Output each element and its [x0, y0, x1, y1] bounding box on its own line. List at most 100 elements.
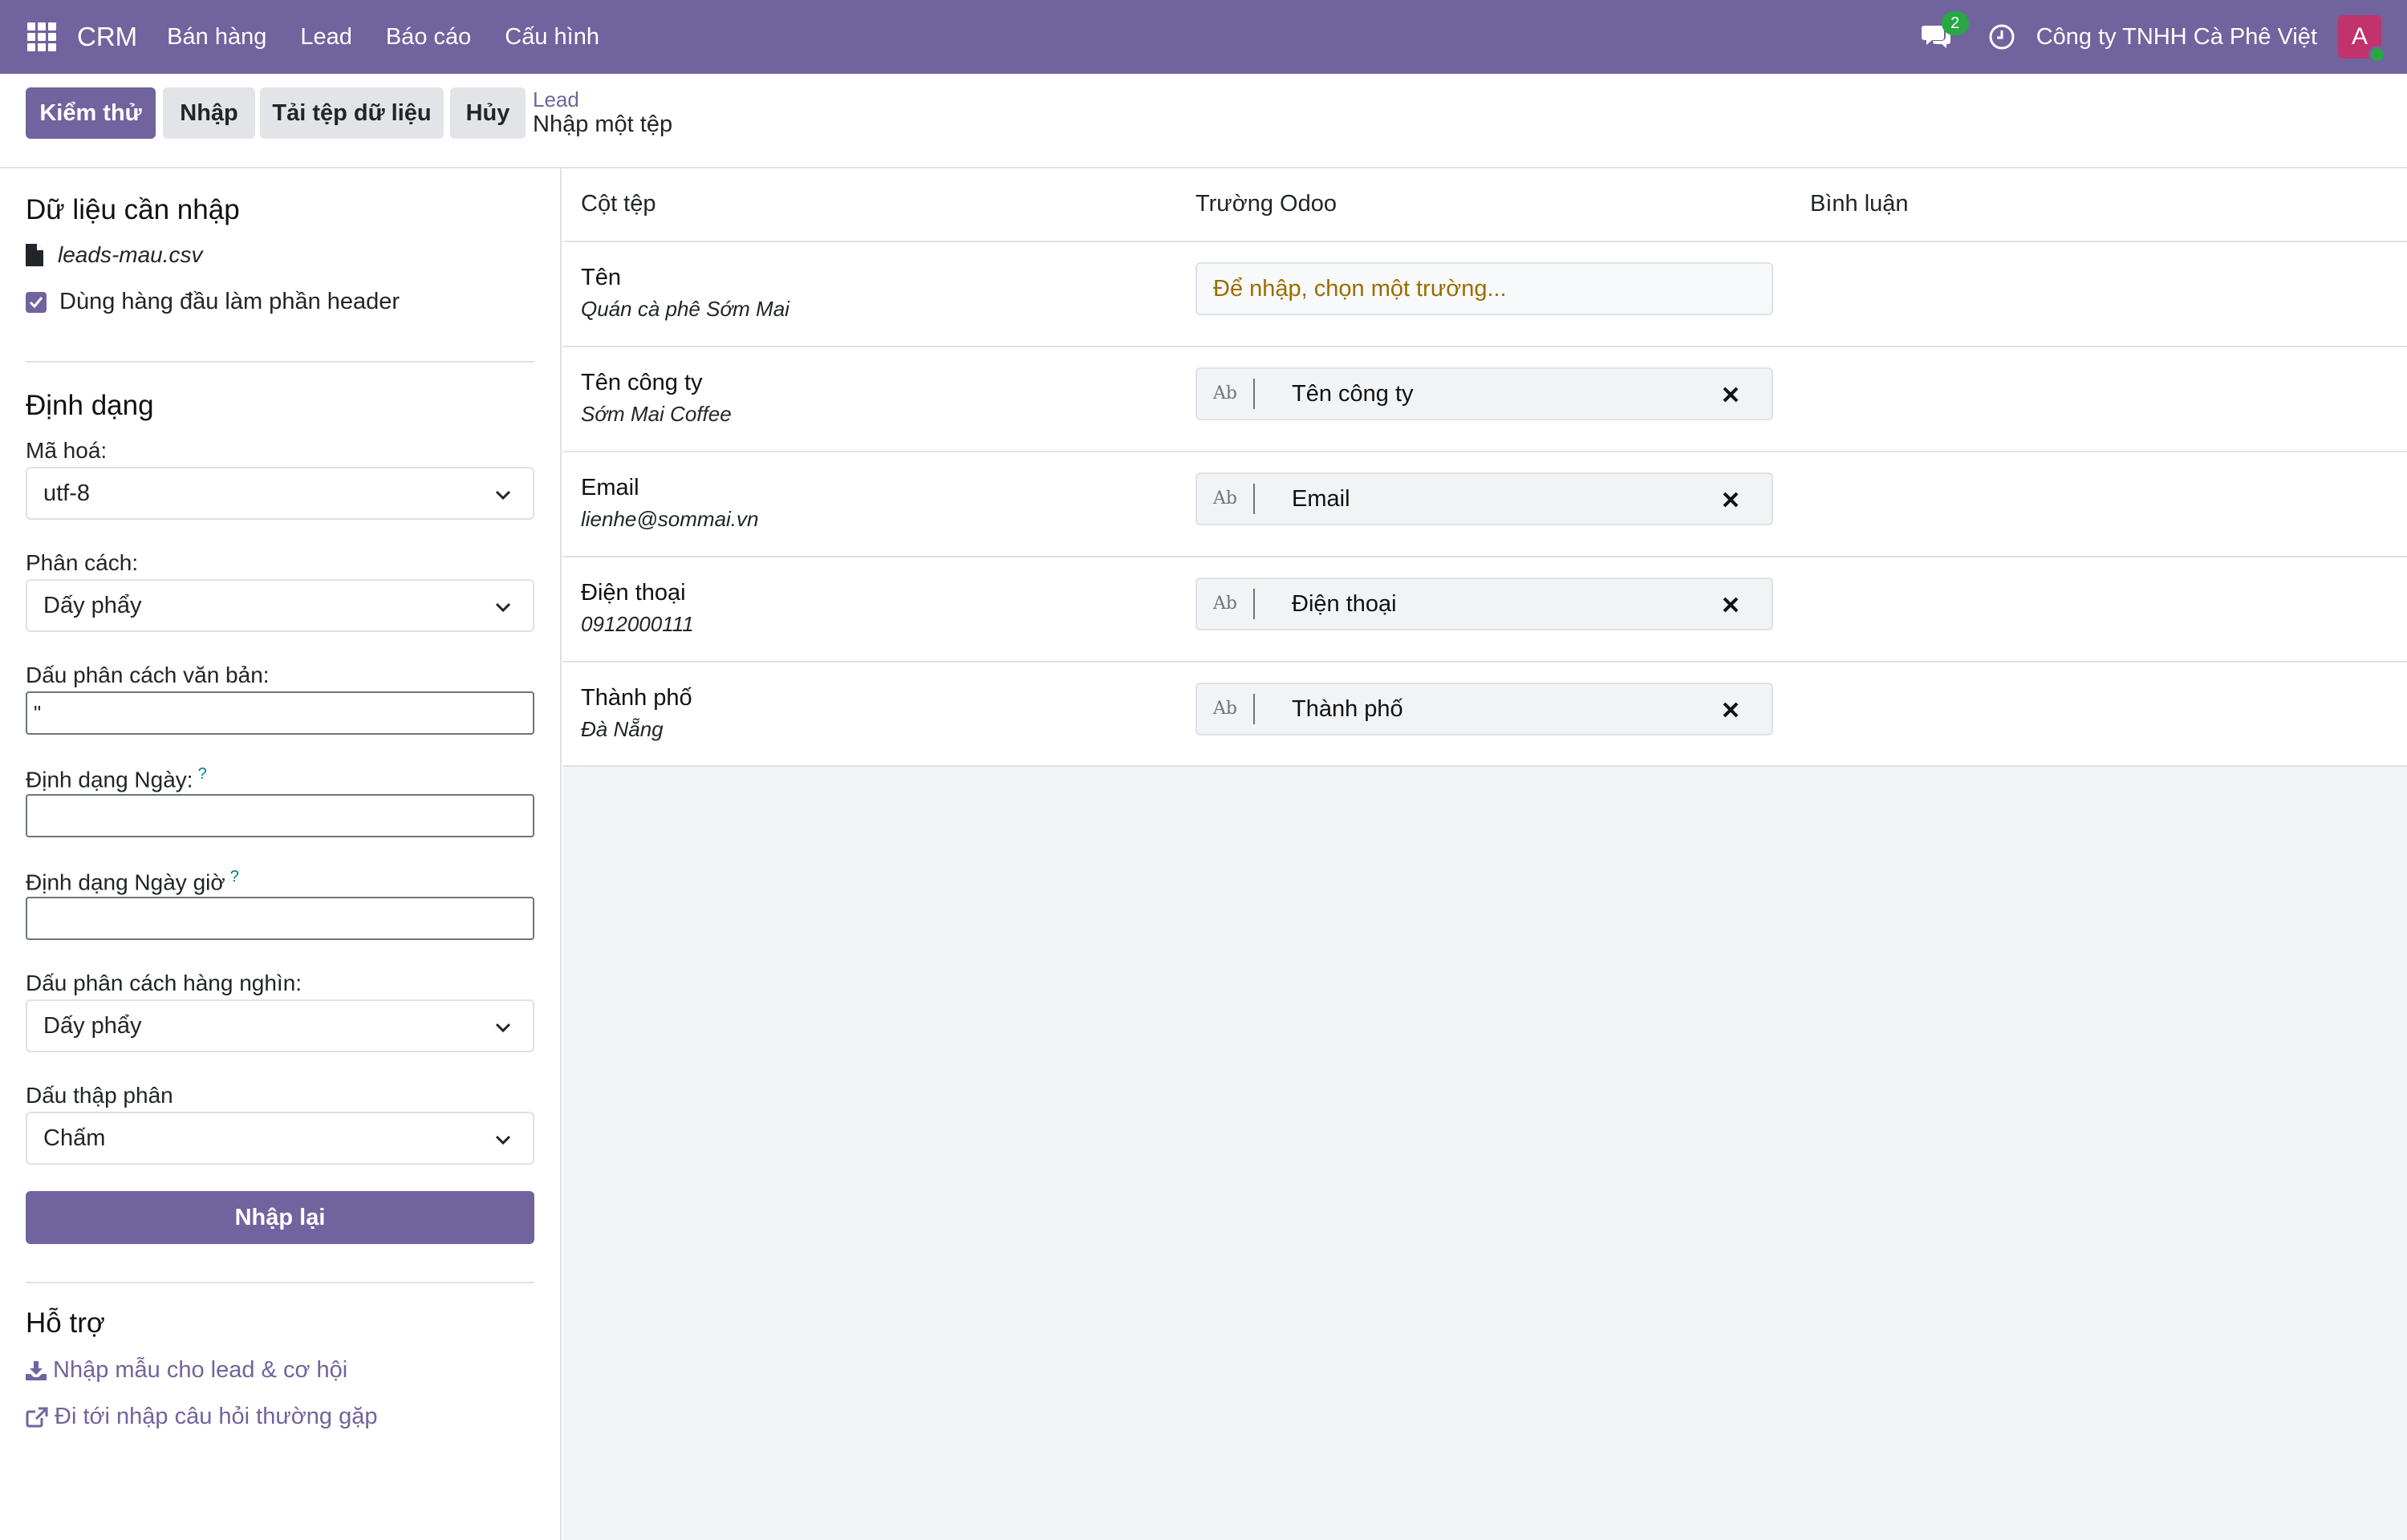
table-row: Thành phố Đà Nẵng Ab Thành phố	[563, 663, 2407, 767]
odoo-field-selector[interactable]: Ab Thành phố	[1195, 683, 1773, 736]
datetime-format-label: Định dạng Ngày giờ	[26, 869, 225, 895]
separator-select[interactable]: Dấy phẩy	[26, 579, 534, 632]
clear-field-icon[interactable]	[1722, 386, 1739, 403]
header-odoo-field: Trường Odoo	[1195, 191, 1337, 217]
load-file-button[interactable]: Tải tệp dữ liệu	[260, 87, 444, 139]
user-avatar[interactable]: A	[2338, 15, 2386, 63]
import-button[interactable]: Nhập	[163, 87, 255, 139]
reimport-button[interactable]: Nhập lại	[26, 1191, 534, 1244]
char-field-type-icon: Ab	[1197, 379, 1255, 409]
mapped-field-label: Tên công ty	[1292, 380, 1414, 407]
chevron-down-icon	[495, 1023, 511, 1033]
chevron-down-icon	[495, 490, 511, 500]
mapped-field-label: Điện thoại	[1292, 590, 1397, 617]
breadcrumb-lead-link[interactable]: Lead	[533, 87, 579, 112]
help-tooltip-icon[interactable]: ?	[198, 765, 207, 783]
text-delimiter-input[interactable]: "	[26, 691, 534, 735]
field-mapping-table: Cột tệp Trường Odoo Bình luận Tên Quán c…	[563, 168, 2407, 767]
decimal-separator-value: Chấm	[43, 1125, 106, 1151]
menu-item-reports[interactable]: Báo cáo	[369, 24, 488, 51]
file-icon	[26, 244, 43, 266]
clear-field-icon[interactable]	[1722, 491, 1739, 509]
avatar-letter: A	[2351, 23, 2368, 50]
download-icon	[26, 1360, 47, 1380]
page-title: Nhập một tệp	[533, 111, 673, 137]
file-column-sample: 0912000111	[581, 612, 694, 636]
header-checkbox[interactable]	[26, 291, 47, 313]
test-button[interactable]: Kiểm thử	[26, 87, 156, 139]
header-checkbox-label: Dùng hàng đầu làm phần header	[59, 289, 400, 314]
file-column-sample: lienhe@sommai.vn	[581, 507, 759, 531]
encoding-value: utf-8	[43, 480, 91, 506]
file-column-name: Thành phố	[581, 685, 692, 711]
encoding-label: Mã hoá:	[26, 438, 108, 463]
table-header: Cột tệp Trường Odoo Bình luận	[563, 168, 2407, 242]
mapped-field-label: Thành phố	[1292, 695, 1403, 722]
apps-grid-icon[interactable]	[27, 22, 56, 51]
control-panel: Kiểm thử Nhập Tải tệp dữ liệu Hủy Lead N…	[0, 74, 2407, 168]
format-heading: Định dạng	[26, 390, 154, 421]
table-row: Tên công ty Sớm Mai Coffee Ab Tên công t…	[563, 347, 2407, 452]
divider	[26, 361, 534, 363]
date-format-input[interactable]	[26, 794, 534, 837]
company-switcher[interactable]: Công ty TNHH Cà Phê Việt	[2036, 24, 2317, 51]
table-row: Email lienhe@sommai.vn Ab Email	[563, 452, 2407, 557]
file-column-sample: Sớm Mai Coffee	[581, 402, 732, 426]
main-menu: Bán hàng Lead Báo cáo Cấu hình	[150, 24, 616, 51]
clear-field-icon[interactable]	[1722, 701, 1739, 719]
chat-icon[interactable]: 2	[1921, 11, 1969, 51]
header-file-column: Cột tệp	[581, 191, 656, 217]
date-format-label: Định dạng Ngày:	[26, 767, 193, 792]
file-column-name: Email	[581, 475, 639, 500]
table-row: Điện thoại 0912000111 Ab Điện thoại	[563, 557, 2407, 663]
menu-item-configuration[interactable]: Cấu hình	[488, 24, 616, 51]
datetime-format-input[interactable]	[26, 897, 534, 940]
header-comments: Bình luận	[1810, 191, 1909, 217]
menu-item-lead[interactable]: Lead	[283, 24, 369, 51]
file-info: leads-mau.csv	[26, 242, 203, 268]
top-navbar: CRM Bán hàng Lead Báo cáo Cấu hình 2 Côn…	[0, 0, 2407, 74]
help-heading: Hỗ trợ	[26, 1307, 105, 1339]
activity-clock-icon[interactable]	[1988, 23, 2015, 51]
import-template-link-label: Nhập mẫu cho lead & cơ hội	[53, 1357, 348, 1383]
mapped-field-label: Email	[1292, 485, 1350, 512]
data-heading: Dữ liệu cần nhập	[26, 194, 240, 225]
thousands-separator-select[interactable]: Dấy phẩy	[26, 999, 534, 1052]
app-brand[interactable]: CRM	[77, 22, 137, 52]
odoo-field-selector[interactable]: Để nhập, chọn một trường...	[1195, 262, 1773, 315]
navbar-systray: 2 Công ty TNHH Cà Phê Việt A	[1921, 0, 2407, 74]
chevron-down-icon	[495, 1135, 511, 1145]
import-template-link[interactable]: Nhập mẫu cho lead & cơ hội	[26, 1357, 347, 1384]
thousands-separator-value: Dấy phẩy	[43, 1012, 142, 1039]
file-column-name: Tên công ty	[581, 370, 703, 395]
thousands-separator-label: Dấu phân cách hàng nghìn:	[26, 971, 302, 995]
text-delimiter-label: Dấu phân cách văn bản:	[26, 663, 270, 687]
char-field-type-icon: Ab	[1197, 694, 1255, 724]
odoo-field-selector[interactable]: Ab Email	[1195, 472, 1773, 525]
file-name: leads-mau.csv	[58, 242, 203, 267]
cancel-button[interactable]: Hủy	[450, 87, 526, 139]
check-icon	[29, 296, 43, 308]
file-column-name: Điện thoại	[581, 580, 686, 606]
faq-link[interactable]: Đi tới nhập câu hỏi thường gặp	[26, 1404, 377, 1430]
separator-label: Phân cách:	[26, 550, 139, 575]
datetime-format-label-wrap: Định dạng Ngày giờ?	[26, 868, 239, 895]
file-column-name: Tên	[581, 265, 621, 290]
odoo-field-selector[interactable]: Ab Tên công ty	[1195, 367, 1773, 420]
chat-count-badge: 2	[1941, 11, 1969, 35]
header-option: Dùng hàng đầu làm phần header	[26, 289, 400, 315]
char-field-type-icon: Ab	[1197, 589, 1255, 619]
menu-item-sales[interactable]: Bán hàng	[150, 24, 283, 51]
online-status-dot	[2368, 46, 2386, 63]
clear-field-icon[interactable]	[1722, 596, 1739, 614]
decimal-separator-label: Dấu thập phân	[26, 1083, 173, 1108]
decimal-separator-select[interactable]: Chấm	[26, 1112, 534, 1165]
divider	[26, 1282, 534, 1283]
table-row: Tên Quán cà phê Sớm Mai Để nhập, chọn mộ…	[563, 242, 2407, 347]
help-tooltip-icon[interactable]: ?	[230, 868, 239, 886]
date-format-label-wrap: Định dạng Ngày:?	[26, 765, 207, 792]
file-column-sample: Đà Nẵng	[581, 717, 664, 741]
odoo-field-selector[interactable]: Ab Điện thoại	[1195, 578, 1773, 630]
file-column-sample: Quán cà phê Sớm Mai	[581, 297, 789, 321]
encoding-select[interactable]: utf-8	[26, 467, 534, 520]
